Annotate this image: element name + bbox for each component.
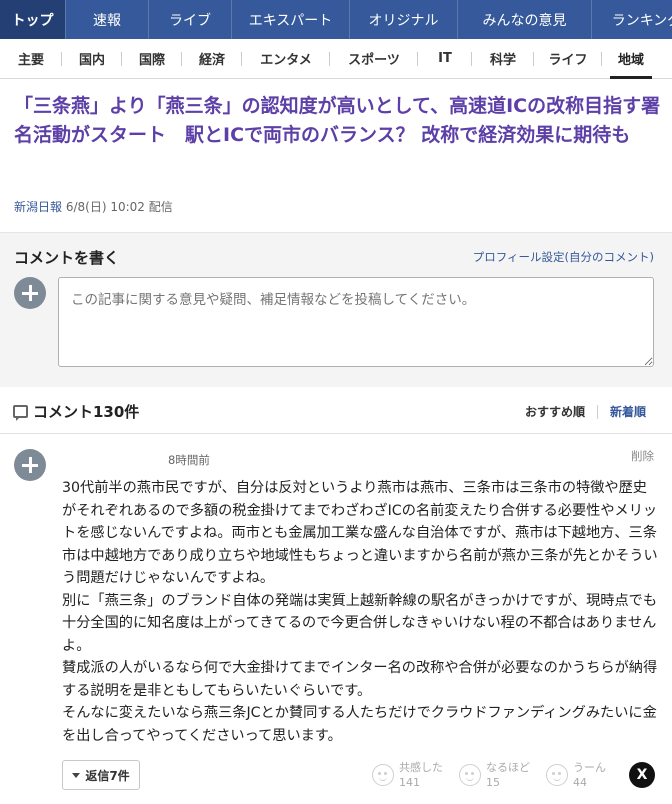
category-label: 国際 <box>138 53 165 68</box>
replies-label: 返信7件 <box>85 768 130 783</box>
reaction-hmm-button[interactable]: うーん 44 <box>546 760 606 790</box>
reaction-text: なるほど 15 <box>486 760 530 790</box>
reaction-buttons: 共感した 141 なるほど 15 うーん 44 <box>372 760 622 790</box>
top-nav-item-original[interactable]: オリジナル <box>350 0 458 39</box>
top-nav-item-expert[interactable]: エキスパート <box>232 0 350 39</box>
category-local[interactable]: 地域 <box>602 39 660 79</box>
article-title[interactable]: 「三条燕」より「燕三条」の認知度が高いとして、高速道ICの改称目指す署名活動がス… <box>14 92 662 150</box>
category-label: エンタメ <box>260 53 312 68</box>
reaction-count: 141 <box>399 776 420 789</box>
comments-header: コメント130件 おすすめ順 新着順 <box>0 387 672 434</box>
comment-paragraph: 別に「燕三条」のブランド自体の発端は実質上越新幹線の駅名がきっかけですが、現時点… <box>62 592 658 654</box>
top-nav-item-live[interactable]: ライブ <box>149 0 232 39</box>
category-label: スポーツ <box>348 53 400 68</box>
category-label: 科学 <box>489 53 516 68</box>
reaction-text: 共感した 141 <box>399 760 443 790</box>
divider <box>596 404 598 419</box>
comment-form: コメントを書く プロフィール設定(自分のコメント) <box>0 233 672 387</box>
category-label: IT <box>438 51 452 66</box>
comment-paragraph: 賛成派の人がいるなら何で大金掛けてまでインター名の改称や合併が必要なのかうちらが… <box>62 660 658 699</box>
reaction-label: うーん <box>573 761 606 774</box>
article-date-suffix: 配信 <box>148 200 173 214</box>
category-label: ライフ <box>548 53 588 68</box>
category-nav: 主要 国内 国際 経済 エンタメ スポーツ IT 科学 ライフ 地域 <box>0 39 672 79</box>
replies-toggle-button[interactable]: 返信7件 <box>62 760 140 790</box>
category-label: 地域 <box>617 53 644 68</box>
smile-face-icon <box>372 764 394 786</box>
profile-settings-link[interactable]: プロフィール設定(自分のコメント) <box>473 249 654 265</box>
article-meta: 新潟日報 6/8(日) 10:02 配信 <box>14 198 173 215</box>
top-nav-item-breaking[interactable]: 速報 <box>66 0 149 39</box>
category-sports[interactable]: スポーツ <box>330 39 418 79</box>
category-it[interactable]: IT <box>418 39 472 79</box>
category-science[interactable]: 科学 <box>472 39 534 79</box>
category-label: 主要 <box>17 53 44 68</box>
category-life[interactable]: ライフ <box>534 39 602 79</box>
top-nav-item-top[interactable]: トップ <box>0 0 66 39</box>
reaction-label: 共感した <box>399 761 443 774</box>
sort-recommended-button[interactable]: おすすめ順 <box>525 403 585 420</box>
delete-button[interactable]: 削除 <box>631 448 654 464</box>
comment-paragraph: 30代前半の燕市民ですが、自分は反対というより燕市は燕市、三条市は三条市の特徴や… <box>62 480 658 586</box>
reaction-label: なるほど <box>486 761 530 774</box>
category-domestic[interactable]: 国内 <box>62 39 122 79</box>
top-nav-item-ranking[interactable]: ランキング <box>592 0 672 39</box>
commenter-avatar-icon[interactable] <box>14 449 46 481</box>
category-economy[interactable]: 経済 <box>182 39 242 79</box>
category-entertainment[interactable]: エンタメ <box>242 39 330 79</box>
comment-paragraph: そんなに変えたいなら燕三条JCとか賛同する人たちだけでクラウドファンディングみた… <box>62 705 657 744</box>
article-source-link[interactable]: 新潟日報 <box>14 200 62 214</box>
comment-bubble-icon <box>13 405 28 421</box>
comment-item: 8時間前 削除 30代前半の燕市民ですが、自分は反対というより燕市は燕市、三条市… <box>0 435 672 804</box>
reaction-count: 15 <box>486 776 500 789</box>
category-label: 経済 <box>198 53 225 68</box>
comment-body: 30代前半の燕市民ですが、自分は反対というより燕市は燕市、三条市は三条市の特徴や… <box>62 477 660 747</box>
category-label: 国内 <box>78 53 105 68</box>
comment-form-title: コメントを書く <box>14 249 120 267</box>
reaction-insightful-button[interactable]: なるほど 15 <box>459 760 530 790</box>
x-share-icon[interactable]: X <box>629 762 655 788</box>
article-date: 6/8(日) 10:02 <box>65 200 145 214</box>
comment-input[interactable] <box>58 277 654 367</box>
frown-face-icon <box>546 764 568 786</box>
sort-options: おすすめ順 新着順 <box>525 403 646 420</box>
reaction-text: うーん 44 <box>573 760 606 790</box>
user-avatar-plus-icon[interactable] <box>14 277 46 309</box>
chevron-down-icon <box>72 772 81 778</box>
sort-newest-button[interactable]: 新着順 <box>610 403 646 420</box>
comment-time: 8時間前 <box>168 453 210 467</box>
category-international[interactable]: 国際 <box>122 39 182 79</box>
category-main[interactable]: 主要 <box>0 39 62 79</box>
smile-face-icon <box>459 764 481 786</box>
top-nav-item-opinions[interactable]: みんなの意見 <box>458 0 592 39</box>
comment-count: コメント130件 <box>33 403 140 421</box>
reaction-empathize-button[interactable]: 共感した 141 <box>372 760 443 790</box>
top-nav: トップ 速報 ライブ エキスパート オリジナル みんなの意見 ランキング <box>0 0 672 39</box>
reaction-count: 44 <box>573 776 587 789</box>
